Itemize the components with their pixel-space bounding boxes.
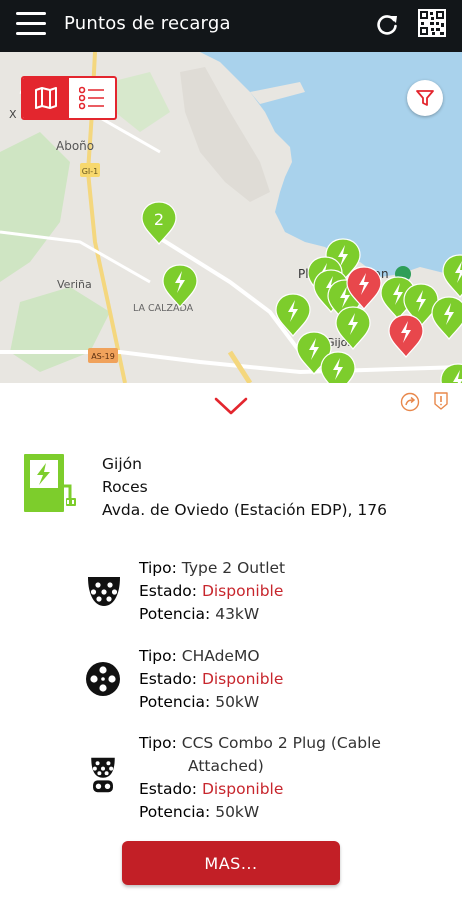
connector-3-status: Estado: Disponible xyxy=(139,780,284,798)
map-label-abono: Aboño xyxy=(56,139,94,153)
share-icon[interactable] xyxy=(400,392,420,412)
list-icon xyxy=(79,86,104,110)
road-label-gi1: GI-1 xyxy=(82,167,99,176)
connector-1-type: Tipo: Type 2 Outlet xyxy=(139,559,286,577)
chevron-down-icon[interactable] xyxy=(213,394,249,418)
filter-button[interactable] xyxy=(407,80,443,116)
connector-2-type: Tipo: CHAdeMO xyxy=(139,647,260,665)
cluster-count[interactable]: 2 xyxy=(154,210,164,229)
report-icon[interactable] xyxy=(431,391,451,411)
charging-station-icon xyxy=(24,454,76,512)
view-toggle xyxy=(21,76,117,120)
map-label-verina: Veriña xyxy=(57,278,92,291)
charger-pin[interactable] xyxy=(442,254,462,298)
qr-code-icon[interactable] xyxy=(418,9,446,37)
connector-1-power: Potencia: 43kW xyxy=(139,605,260,623)
map-icon xyxy=(35,87,57,109)
more-button[interactable]: MAS... xyxy=(122,841,340,885)
charger-pin[interactable] xyxy=(162,264,198,308)
type2-plug-icon xyxy=(88,577,120,606)
connector-3-type-cont: Attached) xyxy=(188,757,264,775)
hamburger-icon[interactable] xyxy=(16,12,46,38)
refresh-icon[interactable] xyxy=(374,12,400,38)
charger-pin[interactable] xyxy=(431,296,462,340)
map-view-button[interactable] xyxy=(23,78,69,118)
map-label-x: X xyxy=(9,108,17,121)
station-city: Gijón xyxy=(102,455,142,473)
connector-1-status: Estado: Disponible xyxy=(139,582,284,600)
charger-pin-busy[interactable] xyxy=(388,314,424,358)
map-label-pl: Pl xyxy=(298,267,309,281)
chademo-plug-icon xyxy=(86,662,120,696)
list-view-button[interactable] xyxy=(69,78,115,118)
connector-3-type: Tipo: CCS Combo 2 Plug (Cable xyxy=(139,734,381,752)
road-label-as19: AS-19 xyxy=(91,352,115,361)
map-label-calzada: LA CALZADA xyxy=(133,303,194,314)
app-header: Puntos de recarga xyxy=(0,0,462,52)
filter-icon xyxy=(416,90,434,106)
station-district: Roces xyxy=(102,478,148,496)
station-address: Avda. de Oviedo (Estación EDP), 176 xyxy=(102,501,387,519)
charger-pin[interactable] xyxy=(320,351,356,383)
page-title: Puntos de recarga xyxy=(64,13,231,34)
connector-3-power: Potencia: 50kW xyxy=(139,803,260,821)
ccs-plug-icon xyxy=(91,757,115,793)
connector-2-status: Estado: Disponible xyxy=(139,670,284,688)
connector-2-power: Potencia: 50kW xyxy=(139,693,260,711)
